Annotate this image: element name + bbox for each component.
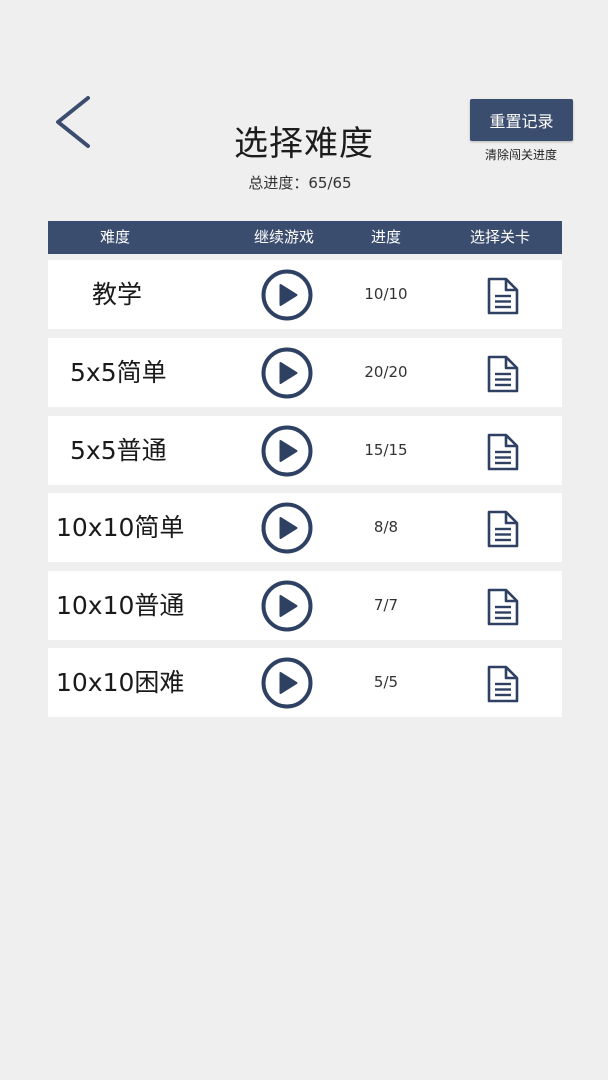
continue-game-button[interactable] bbox=[261, 425, 313, 477]
reset-button[interactable]: 重置记录 bbox=[470, 99, 573, 141]
document-icon bbox=[487, 355, 519, 393]
column-header-progress: 进度 bbox=[370, 228, 402, 246]
document-icon bbox=[487, 277, 519, 315]
row-progress: 20/20 bbox=[364, 363, 408, 381]
difficulty-row: 5x5普通 15/15 bbox=[48, 416, 562, 485]
select-level-button[interactable] bbox=[484, 432, 522, 472]
difficulty-name: 10x10简单 bbox=[56, 513, 185, 542]
continue-game-button[interactable] bbox=[261, 347, 313, 399]
document-icon bbox=[487, 588, 519, 626]
play-circle-icon bbox=[261, 425, 313, 477]
difficulty-row: 10x10简单 8/8 bbox=[48, 493, 562, 562]
row-progress: 5/5 bbox=[373, 673, 399, 691]
play-circle-icon bbox=[261, 657, 313, 709]
difficulty-row: 10x10困难 5/5 bbox=[48, 648, 562, 717]
row-progress: 7/7 bbox=[373, 596, 399, 614]
play-circle-icon bbox=[261, 502, 313, 554]
total-progress: 总进度：65/65 bbox=[248, 174, 352, 192]
select-level-button[interactable] bbox=[484, 664, 522, 704]
continue-game-button[interactable] bbox=[261, 580, 313, 632]
difficulty-name: 教学 bbox=[92, 280, 143, 309]
document-icon bbox=[487, 433, 519, 471]
difficulty-name: 10x10普通 bbox=[56, 591, 185, 620]
row-progress: 15/15 bbox=[364, 441, 408, 459]
difficulty-name: 5x5普通 bbox=[70, 436, 167, 465]
document-icon bbox=[487, 510, 519, 548]
select-level-button[interactable] bbox=[484, 587, 522, 627]
table-header: 难度 继续游戏 进度 选择关卡 bbox=[48, 221, 562, 254]
document-icon bbox=[487, 665, 519, 703]
column-header-continue: 继续游戏 bbox=[253, 228, 315, 246]
difficulty-row: 5x5简单 20/20 bbox=[48, 338, 562, 407]
column-header-difficulty: 难度 bbox=[99, 228, 131, 246]
difficulty-row: 10x10普通 7/7 bbox=[48, 571, 562, 640]
select-level-button[interactable] bbox=[484, 276, 522, 316]
difficulty-name: 5x5简单 bbox=[70, 358, 167, 387]
continue-game-button[interactable] bbox=[261, 269, 313, 321]
column-header-select-level: 选择关卡 bbox=[469, 228, 531, 246]
row-progress: 8/8 bbox=[373, 518, 399, 536]
reset-hint: 清除闯关进度 bbox=[484, 148, 557, 162]
continue-game-button[interactable] bbox=[261, 502, 313, 554]
play-circle-icon bbox=[261, 269, 313, 321]
row-progress: 10/10 bbox=[364, 285, 408, 303]
play-circle-icon bbox=[261, 347, 313, 399]
difficulty-row: 教学 10/10 bbox=[48, 260, 562, 329]
select-level-button[interactable] bbox=[484, 354, 522, 394]
select-level-button[interactable] bbox=[484, 509, 522, 549]
difficulty-name: 10x10困难 bbox=[56, 668, 185, 697]
continue-game-button[interactable] bbox=[261, 657, 313, 709]
play-circle-icon bbox=[261, 580, 313, 632]
